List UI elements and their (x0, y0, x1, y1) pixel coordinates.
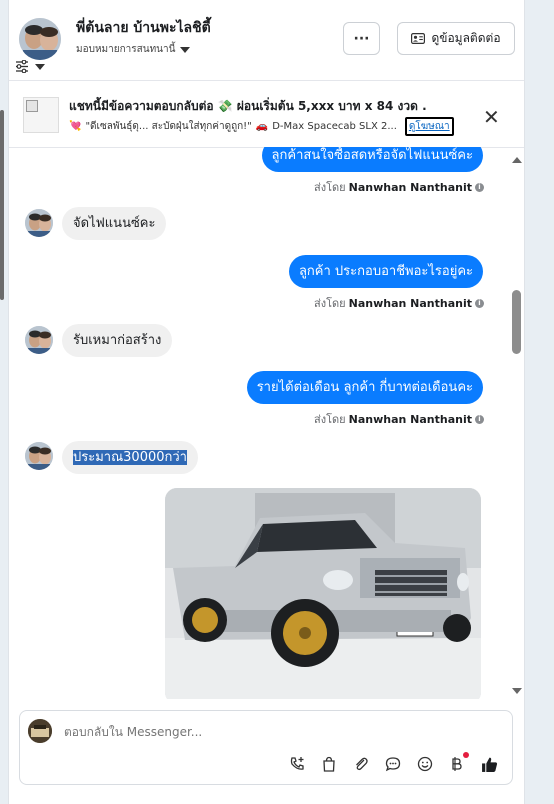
assign-conversation-dropdown[interactable]: มอบหมายการสนทนานี้ (76, 42, 191, 57)
baht-payment-icon[interactable] (448, 752, 469, 773)
chat-bubble-icon[interactable] (384, 755, 402, 773)
reply-input[interactable] (64, 725, 364, 739)
message-incoming: จัดไฟแนนซ์คะ (62, 207, 167, 240)
info-icon[interactable]: i (475, 298, 484, 308)
info-icon[interactable]: i (475, 414, 484, 424)
message-incoming: ประมาณ30000กว่า (62, 441, 198, 474)
ad-reference-bar: แชทนี้มีข้อความตอบกลับต่อ 💸 ผ่อนเริ่มต้น… (9, 81, 524, 148)
sent-by-prefix: ส่งโดย (314, 413, 346, 426)
message-outgoing: รายได้ต่อเดือน ลูกค้า กี่บาทต่อเดือนคะ (246, 371, 483, 404)
contact-avatar-small (25, 209, 53, 237)
reply-composer (19, 710, 513, 785)
scrollbar-track[interactable] (510, 150, 524, 696)
contact-card-icon (411, 33, 426, 44)
composer-toolbar (288, 752, 498, 773)
message-outgoing: ลูกค้า ประกอบอาชีพอะไรอยู่คะ (288, 255, 483, 288)
conversation-header: พี่ต้นลาย บ้านพะไลชิตี้ มอบหมายการสนทนาน… (9, 0, 524, 81)
sent-by-label: ส่งโดย Nanwhan Nanthanit i (314, 410, 484, 428)
more-options-button[interactable]: ··· (343, 22, 380, 55)
ad-model-text: D-Max Spacecab SLX 2... (272, 121, 397, 132)
contact-avatar[interactable] (19, 18, 61, 60)
contact-avatar-small (25, 326, 53, 354)
conversation-panel: พี่ต้นลาย บ้านพะไลชิตี้ มอบหมายการสนทนาน… (8, 0, 525, 804)
selected-text: ประมาณ30000กว่า (73, 450, 187, 465)
view-contact-label: ดูข้อมูลติดต่อ (431, 31, 501, 45)
pickup-truck-image[interactable]: บร 8013 (165, 488, 481, 699)
thumbs-up-icon[interactable] (480, 755, 498, 773)
ad-thumbnail (23, 97, 59, 133)
assign-label: มอบหมายการสนทนานี้ (76, 44, 176, 55)
close-icon[interactable]: ✕ (483, 105, 500, 129)
emoji-icon[interactable] (416, 755, 434, 773)
heart-emoji-icon: 💘 (69, 121, 82, 132)
shopping-bag-icon[interactable] (320, 755, 338, 773)
sender-name: Nanwhan Nanthanit (348, 296, 472, 310)
sender-name: Nanwhan Nanthanit (348, 180, 472, 194)
chevron-down-icon (35, 63, 45, 70)
sender-name: Nanwhan Nanthanit (348, 412, 472, 426)
filter-menu[interactable] (15, 60, 45, 73)
car-emoji-icon: 🚗 (255, 121, 269, 132)
sent-by-label: ส่งโดย Nanwhan Nanthanit i (314, 294, 484, 312)
paperclip-icon[interactable] (352, 755, 370, 773)
ad-title: แชทนี้มีข้อความตอบกลับต่อ 💸 ผ่อนเริ่มต้น… (69, 99, 427, 113)
notification-dot (463, 752, 469, 758)
view-contact-button[interactable]: ดูข้อมูลติดต่อ (397, 22, 515, 55)
left-edge-scrollbar (0, 110, 4, 300)
call-plus-icon[interactable] (288, 755, 306, 773)
message-outgoing: ลูกค้าสนใจซื้อสดหรือจัดไฟแนนซ์คะ (261, 147, 483, 172)
sent-by-prefix: ส่งโดย (314, 181, 346, 194)
ad-subtitle-text: "ดีเซลพันธุ์ดุ... สะบัดฝุ่นใส่ทุกค่าดูถู… (85, 121, 252, 132)
info-icon[interactable]: i (475, 182, 484, 192)
view-ad-link[interactable]: ดูโฆษณา (404, 117, 454, 136)
page-avatar (28, 719, 52, 743)
contact-name: พี่ต้นลาย บ้านพะไลชิตี้ (76, 20, 211, 36)
sent-by-prefix: ส่งโดย (314, 297, 346, 310)
sent-by-label: ส่งโดย Nanwhan Nanthanit i (314, 178, 484, 196)
ad-subtitle: 💘 "ดีเซลพันธุ์ดุ... สะบัดฝุ่นใส่ทุกค่าดู… (69, 117, 454, 136)
chevron-down-icon (180, 46, 191, 53)
message-incoming: รับเหมาก่อสร้าง (62, 324, 173, 357)
message-thread[interactable]: ลูกค้าสนใจซื้อสดหรือจัดไฟแนนซ์คะ ส่งโดย … (9, 147, 524, 699)
contact-avatar-small (25, 442, 53, 470)
sliders-icon (16, 60, 28, 73)
scrollbar-thumb[interactable] (512, 290, 521, 354)
